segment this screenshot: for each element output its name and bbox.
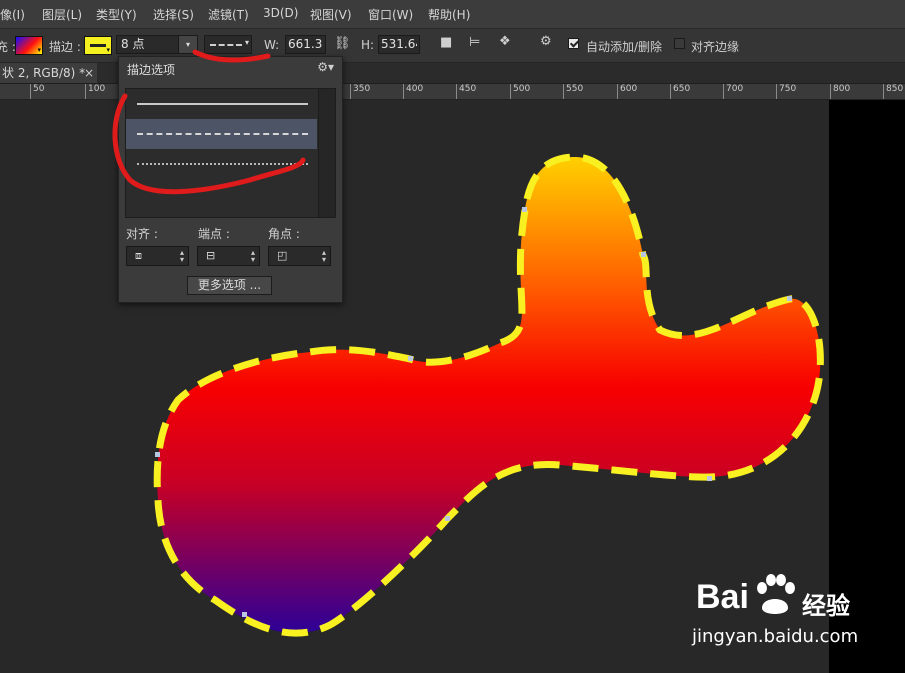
baidu-jingyan-watermark: Bai 经验 jingyan.baidu.com bbox=[692, 574, 896, 654]
align-select[interactable]: ⧈ ▴ ▾ bbox=[126, 246, 189, 266]
watermark-url: jingyan.baidu.com bbox=[692, 626, 859, 647]
caps-label: 端点 : bbox=[198, 227, 230, 241]
anchor-point[interactable] bbox=[707, 476, 712, 481]
more-options-button[interactable]: 更多选项 ... bbox=[187, 276, 272, 295]
anchor-point[interactable] bbox=[522, 207, 527, 212]
stroke-type-dotted[interactable] bbox=[126, 149, 317, 179]
miter-corner-icon: ◰ bbox=[277, 249, 288, 262]
align-label: 对齐 : bbox=[126, 227, 158, 241]
updown-icon: ▴ ▾ bbox=[321, 248, 326, 264]
anchor-point[interactable] bbox=[155, 452, 160, 457]
align-inside-icon: ⧈ bbox=[135, 249, 142, 262]
anchor-point[interactable] bbox=[408, 356, 413, 361]
solid-line-icon bbox=[137, 103, 308, 105]
dashed-line-icon bbox=[137, 133, 308, 135]
updown-icon: ▴ ▾ bbox=[179, 248, 184, 264]
anchor-point[interactable] bbox=[445, 516, 450, 521]
caps-select[interactable]: ⊟ ▴ ▾ bbox=[197, 246, 260, 266]
scrollbar[interactable] bbox=[318, 89, 335, 217]
stroke-type-dashed[interactable] bbox=[126, 119, 317, 149]
corners-select[interactable]: ◰ ▴ ▾ bbox=[268, 246, 331, 266]
stroke-type-solid[interactable] bbox=[126, 89, 317, 119]
watermark-brand: Bai bbox=[696, 578, 749, 616]
anchor-point[interactable] bbox=[641, 252, 646, 257]
stroke-options-panel: 描边选项 ⚙▾ 对齐 : 端点 : 角点 : ⧈ ▴ ▾ ⊟ ▴ ▾ ◰ ▴ ▾ 更多… bbox=[118, 56, 343, 303]
butt-cap-icon: ⊟ bbox=[206, 249, 216, 262]
dotted-line-icon bbox=[137, 163, 308, 165]
stroke-type-list bbox=[125, 88, 336, 218]
corners-label: 角点 : bbox=[268, 227, 300, 241]
anchor-point[interactable] bbox=[787, 296, 792, 301]
gear-icon[interactable]: ⚙▾ bbox=[317, 60, 334, 74]
updown-icon: ▴ ▾ bbox=[250, 248, 255, 264]
panel-title: 描边选项 bbox=[127, 63, 176, 77]
watermark-suffix: 经验 bbox=[802, 592, 850, 620]
anchor-point[interactable] bbox=[242, 612, 247, 617]
paw-logo-icon bbox=[757, 574, 795, 614]
